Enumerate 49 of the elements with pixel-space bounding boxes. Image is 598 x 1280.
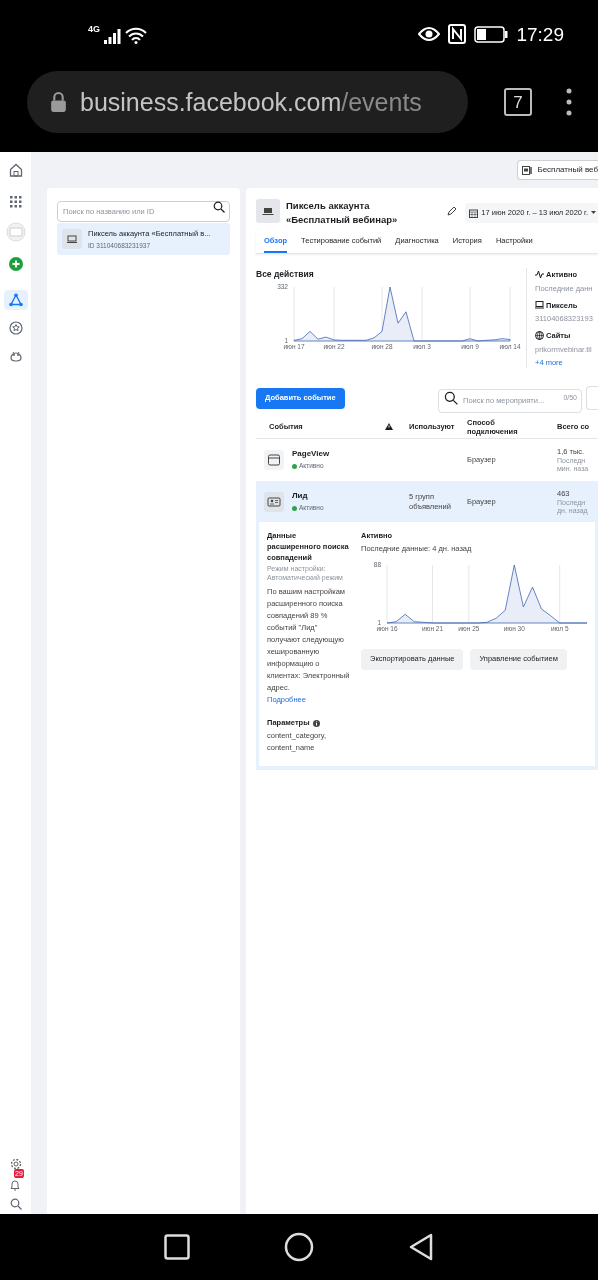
pixel-title: «Бесплатный вебинар»: [286, 213, 398, 227]
battery-icon: [474, 25, 509, 43]
laptop-icon: [62, 229, 82, 249]
warning-icon: [385, 423, 393, 430]
status-dot-icon: [292, 463, 297, 469]
eye-icon: [418, 26, 441, 42]
account-switcher[interactable]: Бесплатный веб: [517, 160, 598, 180]
menu-icon[interactable]: [566, 88, 572, 116]
network-type-label: 4G: [88, 25, 100, 34]
info-icon: [312, 719, 320, 727]
event-name: PageView: [292, 448, 330, 461]
pixel-title: Пиксель аккаунта: [286, 199, 371, 213]
pulse-icon: [535, 270, 544, 280]
home-circle-icon[interactable]: [284, 1232, 314, 1262]
page-icon: [522, 165, 534, 175]
avatar-circle-icon: [5, 222, 26, 242]
wifi-icon: [125, 27, 147, 44]
search-icon: [213, 201, 225, 213]
home-icon: [8, 163, 23, 177]
face-icon: [8, 349, 23, 363]
tab-count-button[interactable]: 7: [504, 88, 532, 116]
recent-apps-icon[interactable]: [164, 1234, 190, 1260]
lock-icon: [50, 91, 67, 113]
plus-icon: [8, 257, 23, 271]
chart-title: Все действия: [256, 268, 315, 281]
event-name: Лид: [292, 490, 309, 503]
globe-icon: [535, 331, 544, 341]
url-text: business.facebook.com/events: [80, 89, 422, 115]
nav-network-item[interactable]: [3, 290, 28, 310]
caret-icon: [591, 211, 596, 215]
settings-icon[interactable]: [9, 1158, 22, 1170]
search-icon: [444, 391, 458, 405]
bell-icon[interactable]: [8, 1179, 21, 1191]
network-icon: [8, 293, 23, 307]
search-icon[interactable]: [9, 1198, 22, 1210]
back-icon[interactable]: [408, 1233, 434, 1261]
pencil-icon[interactable]: [447, 207, 457, 216]
calendar-icon: [469, 208, 479, 218]
signal-icon: [104, 28, 121, 44]
clock-time: 17:29: [516, 24, 564, 44]
nfc-icon: [448, 24, 467, 44]
monitor-icon: [535, 301, 544, 310]
id-card-icon: [264, 491, 284, 512]
star-badge-icon: [8, 321, 23, 335]
address-bar[interactable]: business.facebook.com/events: [27, 71, 468, 133]
grid-icon: [9, 196, 22, 208]
window-icon: [264, 449, 284, 470]
laptop-icon: [256, 199, 280, 223]
status-dot-icon: [292, 505, 297, 511]
